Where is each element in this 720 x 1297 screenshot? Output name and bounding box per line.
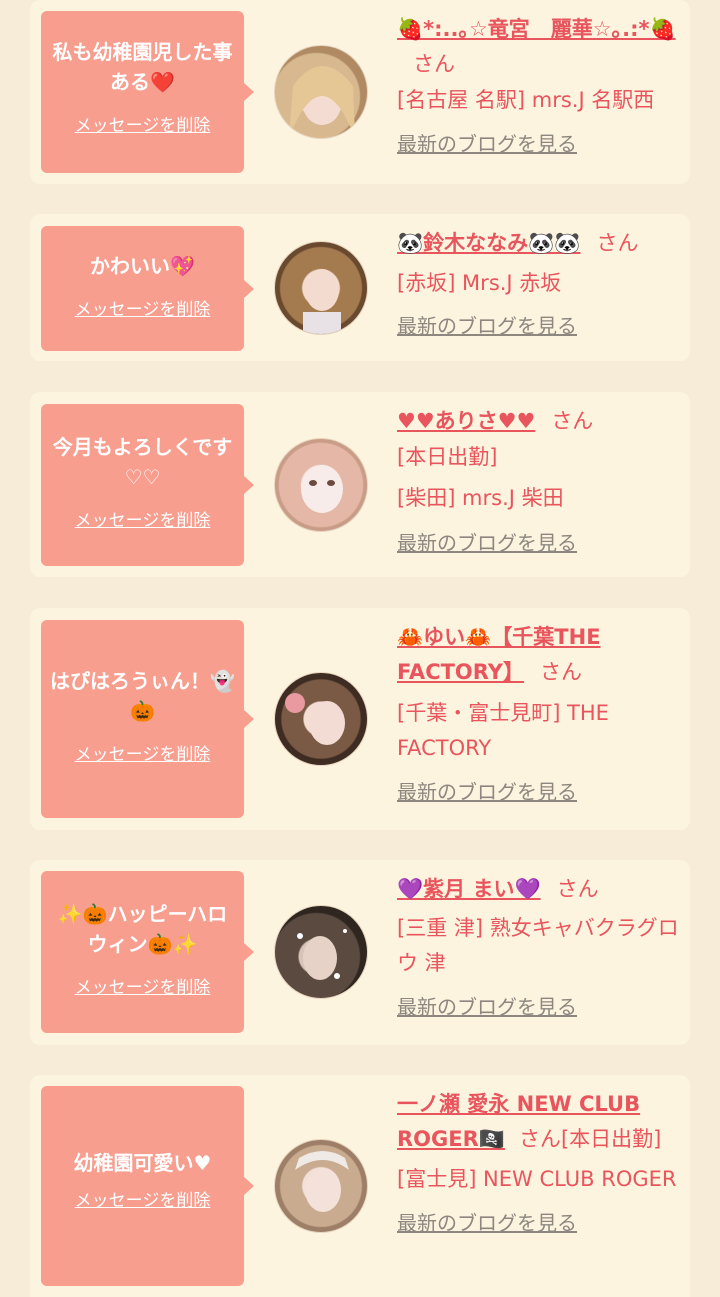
honorific: さん xyxy=(556,877,599,901)
message-bubble: 今月もよろしくです♡♡ メッセージを削除 xyxy=(41,404,254,566)
message-bubble: かわいい💖 メッセージを削除 xyxy=(41,226,254,351)
profile-name-link[interactable]: ♥♥ありさ♥♥ xyxy=(397,409,535,433)
blog-link[interactable]: 最新のブログを見る xyxy=(397,1207,577,1236)
location-text: [富士見] NEW CLUB ROGER xyxy=(397,1167,677,1191)
location-text: [名古屋 名駅] mrs.J 名駅西 xyxy=(397,88,655,112)
location-text: [千葉・富士見町] THE FACTORY xyxy=(397,701,609,760)
blog-link[interactable]: 最新のブログを見る xyxy=(397,991,577,1020)
delete-message-link[interactable]: メッセージを削除 xyxy=(41,740,244,765)
avatar[interactable] xyxy=(274,45,368,139)
message-card: 私も幼稚園児した事ある❤️ メッセージを削除 🍓*:..｡☆竜宮 麗華☆｡.:*… xyxy=(30,0,690,184)
profile-info: 一ノ瀬 愛永 NEW CLUB ROGER🏴‍☠️ さん[本日出勤] [富士見] … xyxy=(397,1087,687,1236)
name-line: ♥♥ありさ♥♥ さん xyxy=(397,404,687,439)
location-text: [柴田] mrs.J 柴田 xyxy=(397,486,564,510)
blog-link[interactable]: 最新のブログを見る xyxy=(397,776,577,805)
location-text: [三重 津] 熟女キャバクラグロウ 津 xyxy=(397,916,679,975)
avatar[interactable] xyxy=(274,672,368,766)
delete-message-link[interactable]: メッセージを削除 xyxy=(41,1186,244,1211)
delete-message-link[interactable]: メッセージを削除 xyxy=(41,506,244,531)
honorific: さん xyxy=(518,1127,561,1151)
delete-message-link[interactable]: メッセージを削除 xyxy=(41,295,244,320)
honorific: さん xyxy=(413,52,455,76)
avatar-image xyxy=(297,929,347,980)
message-text: ✨🎃ハッピーハロウィン🎃✨ xyxy=(57,902,228,956)
name-line: 🍓*:..｡☆竜宮 麗華☆｡.:*🍓 さん xyxy=(397,12,687,82)
delete-message-link[interactable]: メッセージを削除 xyxy=(41,973,244,998)
avatar[interactable] xyxy=(274,438,368,532)
profile-info: ♥♥ありさ♥♥ さん [本日出勤] [柴田] mrs.J 柴田 最新のブログを見る xyxy=(397,404,687,556)
blog-link[interactable]: 最新のブログを見る xyxy=(397,310,577,339)
honorific: さん xyxy=(551,409,594,433)
profile-name-link[interactable]: 💜紫月 まい💜 xyxy=(397,877,541,901)
avatar-image xyxy=(289,66,355,136)
message-bubble: ✨🎃ハッピーハロウィン🎃✨ メッセージを削除 xyxy=(41,871,254,1033)
blog-link[interactable]: 最新のブログを見る xyxy=(397,527,577,556)
message-bubble: はぴはろうぃん！👻🎃 メッセージを削除 xyxy=(41,620,254,818)
message-text: 私も幼稚園児した事ある❤️ xyxy=(52,40,233,94)
message-card: ✨🎃ハッピーハロウィン🎃✨ メッセージを削除 💜紫月 まい💜 さん [三重 津] … xyxy=(30,860,690,1045)
name-line: 🦀ゆい🦀【千葉THE FACTORY】 さん xyxy=(397,620,687,690)
message-card: はぴはろうぃん！👻🎃 メッセージを削除 🦀ゆい🦀【千葉THE FACTORY】さ… xyxy=(30,608,690,830)
message-card: 幼稚園可愛い♥ メッセージを削除 一ノ瀬 愛永 NEW CLUB ROGER🏴‍… xyxy=(30,1075,690,1297)
profile-info: 💜紫月 まい💜 さん [三重 津] 熟女キャバクラグロウ 津 最新のブログを見る xyxy=(397,872,687,1020)
avatar[interactable] xyxy=(274,241,368,335)
profile-info: 🍓*:..｡☆竜宮 麗華☆｡.:*🍓さん [名古屋 名駅] mrs.J 名駅西 … xyxy=(397,12,687,157)
avatar-image xyxy=(295,1151,349,1212)
message-text: 今月もよろしくです♡♡ xyxy=(52,435,233,489)
honorific: さん xyxy=(596,231,639,255)
delete-message-link[interactable]: メッセージを削除 xyxy=(41,111,244,136)
profile-name-link[interactable]: 🍓*:..｡☆竜宮 麗華☆｡.:*🍓 xyxy=(397,17,676,41)
name-line: 🐼鈴木ななみ🐼🐼 さん xyxy=(397,226,687,261)
message-text: はぴはろうぃん！👻🎃 xyxy=(50,669,235,723)
message-bubble: 私も幼稚園児した事ある❤️ メッセージを削除 xyxy=(41,11,254,173)
status-suffix: [本日出勤] xyxy=(560,1127,662,1151)
profile-name-link[interactable]: 🐼鈴木ななみ🐼🐼 xyxy=(397,231,580,255)
name-line: 💜紫月 まい💜 さん xyxy=(397,872,687,907)
status-text: [本日出勤] xyxy=(397,445,498,469)
message-card: かわいい💖 メッセージを削除 🐼鈴木ななみ🐼🐼 さん [赤坂] Mrs.J 赤坂 … xyxy=(30,214,690,361)
avatar[interactable] xyxy=(274,1139,368,1233)
avatar-image xyxy=(303,269,341,334)
profile-info: 🐼鈴木ななみ🐼🐼 さん [赤坂] Mrs.J 赤坂 最新のブログを見る xyxy=(397,226,687,339)
message-card: 今月もよろしくです♡♡ メッセージを削除 ♥♥ありさ♥♥ さん [本日出勤] [柴… xyxy=(30,392,690,577)
avatar-image xyxy=(301,465,343,513)
message-bubble: 幼稚園可愛い♥ メッセージを削除 xyxy=(41,1086,254,1286)
blog-link[interactable]: 最新のブログを見る xyxy=(397,128,577,157)
message-text: かわいい💖 xyxy=(90,254,195,278)
message-text: 幼稚園可愛い♥ xyxy=(73,1151,212,1175)
avatar[interactable] xyxy=(274,905,368,999)
profile-info: 🦀ゆい🦀【千葉THE FACTORY】 さん [千葉・富士見町] THE FACT… xyxy=(397,620,687,805)
location-text: [赤坂] Mrs.J 赤坂 xyxy=(397,271,562,295)
honorific: さん xyxy=(540,660,583,684)
avatar-image xyxy=(285,693,345,745)
name-line: 一ノ瀬 愛永 NEW CLUB ROGER🏴‍☠️ さん[本日出勤] xyxy=(397,1087,687,1157)
